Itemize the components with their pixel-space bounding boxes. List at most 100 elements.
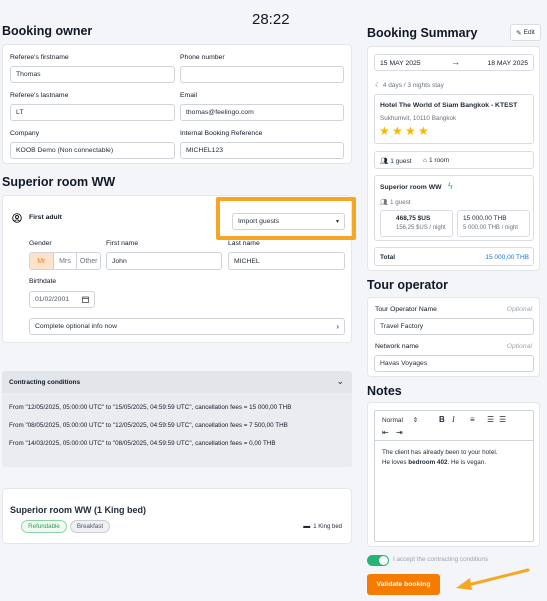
total-label: Total: [380, 254, 396, 261]
summary-title: Booking Summary: [367, 26, 478, 40]
gender-other-button[interactable]: Other: [77, 253, 100, 269]
leaf-icon: ϟ: [448, 181, 453, 191]
rooms-count: ⌂ 1 room: [423, 157, 449, 164]
toggle-knob: [379, 556, 388, 565]
network-name-input[interactable]: Havas Voyages: [374, 355, 534, 372]
optional-info-label: Complete optional info now: [35, 323, 117, 330]
network-name-optional: Optional: [506, 343, 532, 350]
moon-icon: ☾: [375, 82, 381, 89]
total-value: 15 000,00 THB: [485, 254, 529, 261]
contracting-conditions-panel: Contracting conditions ⌄ From "12/05/202…: [2, 371, 352, 467]
birthdate-label: Birthdate: [29, 278, 57, 285]
price-usd: 468,75 $US: [396, 215, 431, 222]
phone-label: Phone number: [180, 54, 225, 61]
company-input[interactable]: KOOB Demo (Non connectable): [10, 142, 175, 159]
price-usd-night: 156,25 $US / night: [396, 225, 446, 231]
star-icon: ★: [379, 124, 390, 138]
contracting-header[interactable]: Contracting conditions ⌄: [2, 371, 352, 393]
internal-ref-label: Internal Booking Reference: [180, 130, 263, 137]
guest-lastname-input[interactable]: MICHEL: [228, 252, 345, 270]
hotel-name: Hotel The World of Siam Bangkok - KTEST: [380, 102, 518, 109]
bed-label: 1 King bed: [313, 523, 342, 530]
format-label: Normal: [382, 417, 403, 424]
optional-info-button[interactable]: Complete optional info now ›: [29, 318, 345, 335]
accept-label: I accept the contracting conditions: [393, 556, 489, 563]
notes-toolbar: Normal ⇕ B I ≡ ☰ ☰ ⇤ ⇥: [375, 411, 533, 441]
price-thb: 15 000,00 THB: [463, 215, 507, 222]
price-thb-box: 15 000,00 THB 5 000,00 THB / night: [457, 210, 530, 237]
contracting-title: Contracting conditions: [9, 379, 81, 386]
guest-firstname-input[interactable]: John: [106, 252, 222, 270]
guests-count: 👥︎ 1 guest: [380, 157, 412, 166]
rooms-label: 1 room: [428, 157, 450, 164]
user-circle-icon: [12, 213, 22, 223]
guest-firstname-label: First name: [106, 240, 139, 247]
guests-label: 1 guest: [390, 157, 412, 165]
ordered-list-icon[interactable]: ☰: [487, 415, 494, 424]
price-thb-night: 5 000,00 THB / night: [463, 225, 518, 231]
room-guests-label: 1 guest: [390, 198, 411, 206]
summary-card: 15 MAY 2025 → 18 MAY 2025 ☾ 4 days / 3 n…: [367, 46, 540, 271]
referee-lastname-input[interactable]: LT: [10, 104, 175, 121]
tour-operator-name-input[interactable]: Travel Factory: [374, 318, 534, 335]
birthdate-value: 01/02/2001: [35, 296, 70, 303]
dates-box: 15 MAY 2025 → 18 MAY 2025: [374, 54, 534, 71]
notes-card: Normal ⇕ B I ≡ ☰ ☰ ⇤ ⇥ The client has al…: [367, 402, 540, 547]
edit-label: Edit: [523, 29, 535, 36]
edit-button[interactable]: ✎ Edit: [510, 24, 541, 41]
hotel-address: Sukhumvit, 10110 Bangkok: [380, 115, 457, 122]
bullet-list-icon[interactable]: ☰: [499, 415, 506, 424]
firstname-label: Referee's firstname: [10, 54, 69, 61]
outdent-icon[interactable]: ⇤: [382, 428, 389, 437]
notes-line-2-prefix: He loves: [382, 459, 409, 466]
email-input[interactable]: thomas@feelingo.com: [180, 104, 344, 121]
validate-booking-button[interactable]: Validate booking: [367, 574, 440, 595]
chevron-down-icon[interactable]: ⌄: [336, 376, 344, 387]
bed-info: ▬ 1 King bed: [303, 523, 342, 530]
align-left-icon[interactable]: ≡: [470, 415, 475, 424]
gender-mrs-button[interactable]: Mrs: [54, 253, 78, 269]
bold-icon[interactable]: B: [439, 415, 445, 424]
booking-owner-title: Booking owner: [2, 24, 93, 38]
indent-icon[interactable]: ⇥: [396, 428, 403, 437]
booking-owner-card: Referee's firstname Thomas Phone number …: [2, 44, 352, 164]
first-adult-label: First adult: [29, 214, 62, 221]
birthdate-input[interactable]: 01/02/2001: [29, 291, 95, 308]
guest-lastname-label: Last name: [228, 240, 260, 247]
date-to: 18 MAY 2025: [487, 60, 528, 67]
stay-label: 4 days / 3 nights stay: [382, 81, 444, 89]
session-timer: 28:22: [252, 11, 290, 28]
guests-rooms-box: 👥︎ 1 guest ⌂ 1 room: [374, 151, 534, 169]
notes-line-2[interactable]: He loves bedroom 402. He is vegan.: [382, 459, 486, 466]
highlight-frame: [216, 197, 356, 240]
phone-input[interactable]: [180, 66, 344, 83]
tour-operator-name-label: Tour Operator Name: [375, 306, 437, 313]
refundable-tag: Refundable: [21, 520, 67, 533]
room-guests: 👥︎ 1 guest: [380, 198, 411, 207]
gender-segment: Mr Mrs Other: [29, 252, 101, 270]
network-name-label: Network name: [375, 343, 419, 350]
star-icon: ★: [392, 124, 403, 138]
room-summary-box: Superior room WW ϟ 👥︎ 1 guest 468,75 $US…: [374, 175, 534, 241]
gender-mr-button[interactable]: Mr: [30, 253, 54, 269]
italic-icon[interactable]: I: [452, 415, 455, 424]
internal-ref-input[interactable]: MICHEL123: [180, 142, 344, 159]
format-select[interactable]: Normal ⇕: [382, 416, 418, 424]
contracting-line-2: From "08/05/2025, 05:00:00 UTC" to "12/0…: [9, 422, 288, 429]
calendar-icon[interactable]: [82, 296, 89, 303]
referee-firstname-input[interactable]: Thomas: [10, 66, 175, 83]
contracting-line-1: From "12/05/2025, 05:00:00 UTC" to "15/0…: [9, 404, 292, 411]
star-icon: ★: [418, 124, 429, 138]
accept-toggle[interactable]: [367, 555, 389, 566]
notes-line-1[interactable]: The client has already been to your hote…: [382, 449, 498, 456]
tour-operator-name-optional: Optional: [506, 306, 532, 313]
lastname-label: Referee's lastname: [10, 92, 69, 99]
notes-title: Notes: [367, 384, 402, 398]
email-label: Email: [180, 92, 197, 99]
notes-editor: Normal ⇕ B I ≡ ☰ ☰ ⇤ ⇥ The client has al…: [374, 410, 534, 542]
notes-line-2-bold: bedroom 402: [408, 459, 448, 466]
price-usd-box: 468,75 $US 156,25 $US / night: [380, 210, 453, 237]
company-label: Company: [10, 130, 40, 137]
house-icon: ⌂: [423, 157, 427, 164]
tour-operator-title: Tour operator: [367, 278, 449, 292]
